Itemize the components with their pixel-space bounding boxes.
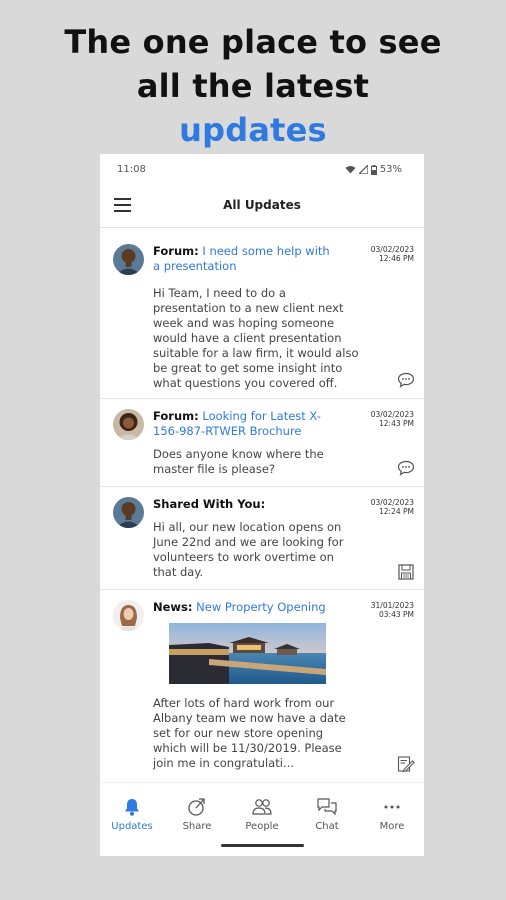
tab-chat[interactable]: Chat: [295, 797, 359, 832]
feed-item-timestamp: 03/02/2023 12:24 PM: [371, 498, 414, 516]
feed-item-timestamp: 31/01/2023 03:43 PM: [371, 601, 414, 619]
avatar: [113, 600, 144, 631]
signal-icon: [358, 165, 368, 174]
tab-label: More: [379, 821, 405, 832]
feed-item-date: 03/02/2023: [370, 498, 414, 507]
promo-line-2: all the latest: [136, 67, 370, 105]
comment-icon[interactable]: [397, 372, 415, 388]
share-icon: [188, 798, 205, 816]
feed-item-time: 12:24 PM: [379, 507, 414, 516]
feed-item-label: Forum:: [153, 409, 199, 423]
feed-item-label: Shared With You:: [153, 497, 266, 511]
more-icon: [384, 805, 400, 809]
promo-line-1: The one place to see: [64, 23, 442, 61]
feed-item-time: 03:43 PM: [379, 610, 414, 619]
feed-item-time: 12:46 PM: [379, 254, 414, 263]
phone-screen: 11:08 53% All Updates Forum: I need some…: [100, 154, 424, 856]
page-title: All Updates: [223, 198, 301, 212]
feed-item-date: 31/01/2023: [370, 601, 414, 610]
feed-item-timestamp: 03/02/2023 12:46 PM: [371, 245, 414, 263]
bottom-tab-bar: Updates Share People Chat More: [100, 782, 424, 856]
save-icon[interactable]: [397, 564, 415, 580]
tab-label: Updates: [111, 821, 153, 832]
avatar: [113, 497, 144, 528]
chat-icon: [317, 798, 337, 816]
home-indicator[interactable]: [221, 844, 304, 847]
tab-label: People: [245, 821, 279, 832]
feed-item-time: 12:43 PM: [379, 419, 414, 428]
comment-icon[interactable]: [397, 460, 415, 476]
promo-headline: The one place to see all the latest upda…: [0, 20, 506, 152]
news-thumbnail-image[interactable]: [169, 623, 326, 684]
feed-item[interactable]: Forum: I need some help with a presentat…: [100, 234, 424, 399]
tab-share[interactable]: Share: [165, 797, 229, 832]
feed-item-body: Hi all, our new location opens on June 2…: [153, 520, 344, 579]
feed-item-body: After lots of hard work from our Albany …: [153, 696, 346, 770]
feed-item-body: Does anyone know where the master file i…: [153, 447, 324, 476]
bell-icon: [125, 799, 139, 816]
people-icon: [252, 799, 272, 815]
feed-item-header: Forum: Looking for Latest X-156-987-RTWE…: [153, 409, 331, 439]
avatar: [113, 244, 144, 275]
wifi-icon: [345, 166, 356, 174]
edit-note-icon[interactable]: [397, 756, 415, 772]
feed-item-label: Forum:: [153, 244, 199, 258]
promo-line-3: updates: [179, 111, 327, 149]
battery-icon: [370, 164, 377, 175]
feed-item-date: 03/02/2023: [370, 245, 414, 254]
battery-percent: 53%: [379, 164, 402, 175]
feed-item-header: News: New Property Opening: [153, 600, 331, 615]
system-indicators: 53%: [345, 164, 402, 175]
feed-item-timestamp: 03/02/2023 12:43 PM: [371, 410, 414, 428]
status-bar: 11:08 53%: [100, 154, 424, 184]
feed-item[interactable]: Shared With You: 03/02/2023 12:24 PM Hi …: [100, 487, 424, 590]
avatar: [113, 409, 144, 440]
updates-feed[interactable]: Forum: I need some help with a presentat…: [100, 234, 424, 782]
feed-item[interactable]: News: New Property Opening 31/01/2023 03…: [100, 590, 424, 782]
tab-label: Chat: [315, 821, 339, 832]
feed-item-body: Hi Team, I need to do a presentation to …: [153, 286, 359, 390]
feed-item-header: Shared With You:: [153, 497, 331, 512]
feed-item-label: News:: [153, 600, 193, 614]
tab-more[interactable]: More: [360, 797, 424, 832]
feed-item-header: Forum: I need some help with a presentat…: [153, 244, 331, 274]
feed-item-link[interactable]: New Property Opening: [196, 600, 326, 614]
status-time: 11:08: [117, 164, 146, 175]
feed-item[interactable]: Forum: Looking for Latest X-156-987-RTWE…: [100, 399, 424, 487]
tab-label: Share: [182, 821, 212, 832]
tab-updates[interactable]: Updates: [100, 797, 164, 832]
tab-people[interactable]: People: [230, 797, 294, 832]
app-bar: All Updates: [100, 184, 424, 228]
feed-item-date: 03/02/2023: [370, 410, 414, 419]
